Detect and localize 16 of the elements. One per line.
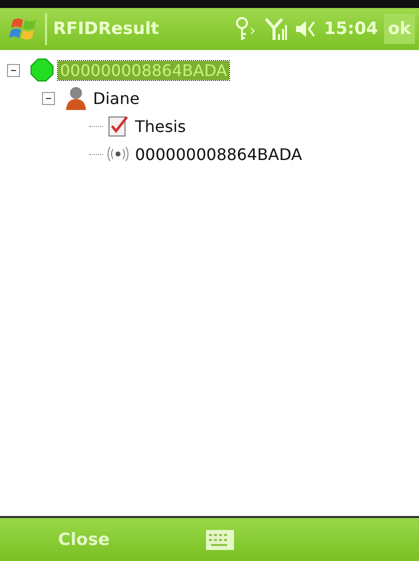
tree-item[interactable]: 000000008864BADA [133,144,304,164]
tree-item[interactable]: Thesis [133,116,188,136]
clock-time[interactable]: 15:04 [324,19,378,39]
close-softkey[interactable]: Close [56,528,112,552]
tree-item[interactable]: Diane [91,88,142,108]
tree-item[interactable]: 000000008864BADA [58,60,230,80]
octagon-status-icon [30,58,54,82]
radio-wave-icon [107,146,129,162]
collapse-toggle[interactable] [42,92,55,104]
person-icon [65,86,87,110]
signal-icon[interactable] [264,16,288,42]
checklist-icon [107,114,129,138]
keyboard-icon[interactable] [206,530,234,550]
collapse-toggle[interactable] [7,64,20,76]
window-title: RFIDResult [53,19,160,39]
ok-button[interactable]: ok [384,14,415,44]
